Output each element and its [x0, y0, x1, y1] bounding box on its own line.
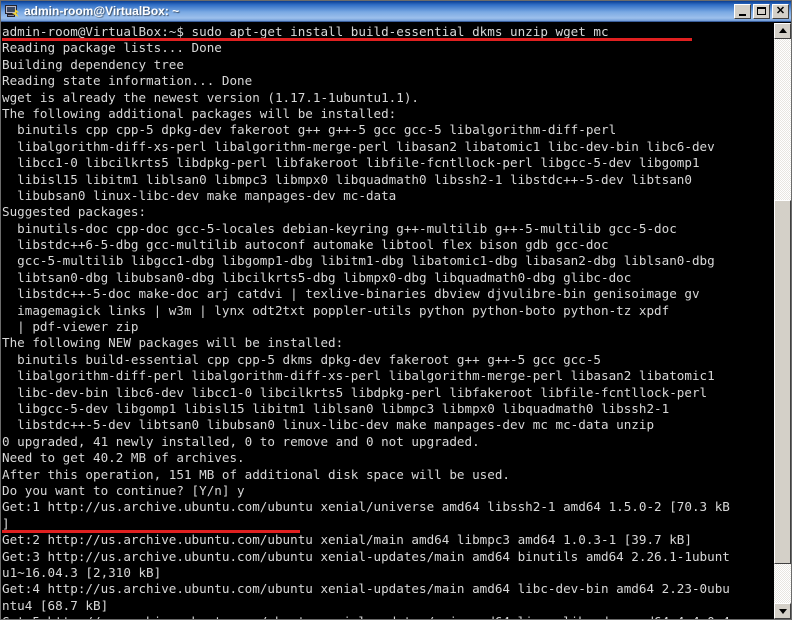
terminal-line: Reading package lists... Done — [2, 40, 222, 56]
terminal-line: ] — [2, 516, 773, 534]
terminal-line: libgcc-5-dev libgomp1 libisl15 libitm1 l… — [2, 400, 670, 416]
window-title: admin-room@VirtualBox: ~ — [24, 4, 180, 18]
minimize-button[interactable] — [734, 3, 751, 19]
terminal-line: wget is already the newest version (1.17… — [2, 89, 420, 105]
terminal-line: binutils-doc cpp-doc gcc-5-locales debia… — [2, 220, 677, 236]
terminal-line: libc-dev-bin libc6-dev libcc1-0 libcilkr… — [2, 384, 708, 400]
terminal-line: libalgorithm-diff-xs-perl libalgorithm-m… — [2, 138, 715, 154]
terminal-line: Reading state information... Done — [2, 73, 253, 89]
terminal-line: imagemagick links | w3m | lynx odt2txt p… — [2, 302, 670, 318]
terminal-window-icon — [4, 3, 20, 19]
scroll-down-button[interactable] — [774, 603, 791, 619]
terminal-line: Get:2 http://us.archive.ubuntu.com/ubunt… — [2, 532, 692, 548]
terminal-line: Get:4 http://us.archive.ubuntu.com/ubunt… — [2, 581, 730, 597]
terminal-line: libubsan0 linux-libc-dev make manpages-d… — [2, 187, 397, 203]
terminal-text: admin-room@VirtualBox:~$ sudo apt-get in… — [2, 24, 773, 619]
close-icon: ✕ — [775, 4, 786, 17]
terminal-line: The following additional packages will b… — [2, 105, 397, 121]
terminal-line: The following NEW packages will be insta… — [2, 335, 344, 351]
scrollbar-thumb[interactable] — [774, 200, 791, 564]
window-titlebar[interactable]: admin-room@VirtualBox: ~ ✕ — [1, 1, 791, 22]
terminal-line: ntu4 [68.7 kB] — [2, 597, 109, 613]
terminal-line: binutils cpp cpp-5 dpkg-dev fakeroot g++… — [2, 122, 617, 138]
terminal-line: | pdf-viewer zip — [2, 319, 139, 335]
terminal-line: Do you want to continue? [Y/n] y — [2, 482, 245, 498]
terminal-line: libstdc++6-5-dbg gcc-multilib autoconf a… — [2, 237, 609, 253]
terminal-body: admin-room@VirtualBox:~$ sudo apt-get in… — [1, 22, 791, 619]
terminal-line: u1~16.04.3 [2,310 kB] — [2, 564, 162, 580]
terminal-line: Building dependency tree — [2, 56, 184, 72]
terminal-line: Suggested packages: — [2, 204, 147, 220]
chevron-down-icon — [778, 609, 787, 614]
terminal-output[interactable]: admin-room@VirtualBox:~$ sudo apt-get in… — [1, 23, 773, 619]
terminal-line: binutils build-essential cpp cpp-5 dkms … — [2, 351, 601, 367]
scroll-up-button[interactable] — [774, 23, 791, 39]
window-controls: ✕ — [734, 3, 789, 19]
terminal-line: After this operation, 151 MB of addition… — [2, 466, 510, 482]
maximize-button[interactable] — [753, 3, 770, 19]
terminal-line: Get:1 http://us.archive.ubuntu.com/ubunt… — [2, 499, 730, 515]
terminal-line: admin-room@VirtualBox:~$ sudo apt-get in… — [2, 24, 773, 42]
close-button[interactable]: ✕ — [772, 3, 789, 19]
terminal-line: libcc1-0 libcilkrts5 libdpkg-perl libfak… — [2, 155, 700, 171]
terminal-window: admin-room@VirtualBox: ~ ✕ admin-room@Vi… — [0, 0, 792, 620]
terminal-line: libtsan0-dbg libubsan0-dbg libcilkrts5-d… — [2, 269, 632, 285]
vertical-scrollbar[interactable] — [773, 23, 791, 619]
terminal-line: Need to get 40.2 MB of archives. — [2, 450, 245, 466]
chevron-up-icon — [778, 28, 787, 33]
terminal-line: Get:5 http://us.archive.ubuntu.com/ubunt… — [2, 614, 773, 619]
terminal-line: gcc-5-multilib libgcc1-dbg libgomp1-dbg … — [2, 253, 715, 269]
terminal-line: libstdc++-5-doc make-doc arj catdvi | te… — [2, 286, 700, 302]
terminal-line: libisl15 libitm1 liblsan0 libmpc3 libmpx… — [2, 171, 692, 187]
terminal-line: libstdc++-5-dev libtsan0 libubsan0 linux… — [2, 417, 655, 433]
terminal-line: libalgorithm-diff-perl libalgorithm-diff… — [2, 368, 715, 384]
scrollbar-track[interactable] — [774, 39, 791, 603]
terminal-line: Get:3 http://us.archive.ubuntu.com/ubunt… — [2, 548, 730, 564]
terminal-line: 0 upgraded, 41 newly installed, 0 to rem… — [2, 433, 480, 449]
